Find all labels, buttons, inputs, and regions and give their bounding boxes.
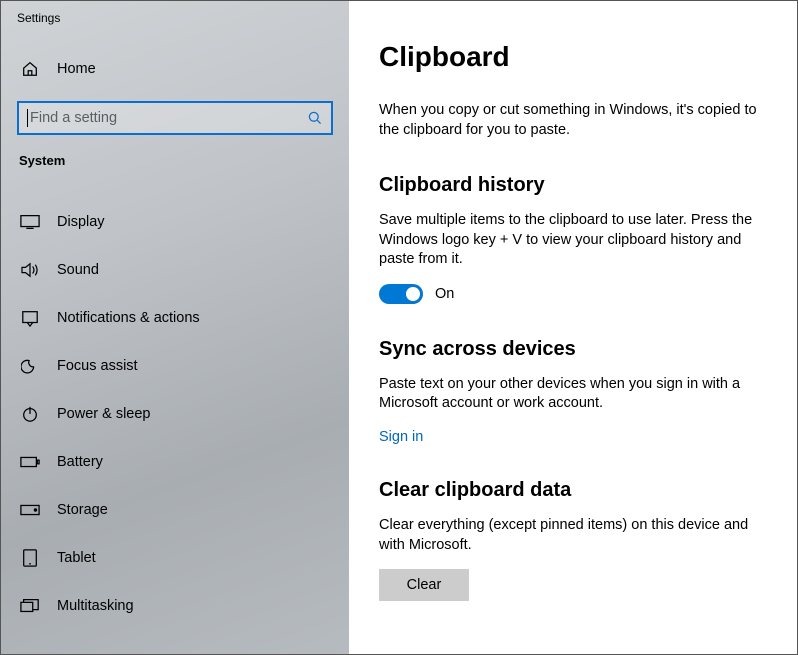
search-icon: [307, 110, 323, 126]
sidebar-item-label: Sound: [41, 262, 99, 278]
sidebar-item-label: Display: [41, 214, 105, 230]
sound-icon: [19, 262, 41, 278]
power-icon: [19, 405, 41, 423]
sidebar-item-storage[interactable]: Storage: [1, 486, 349, 534]
sidebar-item-tablet[interactable]: Tablet: [1, 534, 349, 582]
multitasking-icon: [19, 598, 41, 614]
sidebar-item-notifications[interactable]: Notifications & actions: [1, 294, 349, 342]
clear-heading: Clear clipboard data: [379, 479, 773, 502]
sync-desc: Paste text on your other devices when yo…: [379, 375, 773, 414]
sidebar-item-label: Storage: [41, 502, 108, 518]
sidebar-item-display[interactable]: Display: [1, 198, 349, 246]
sidebar-item-label: Home: [41, 61, 96, 77]
sidebar-item-focus-assist[interactable]: Focus assist: [1, 342, 349, 390]
tablet-icon: [19, 549, 41, 567]
sidebar-item-power-sleep[interactable]: Power & sleep: [1, 390, 349, 438]
sidebar-item-label: Notifications & actions: [41, 310, 200, 326]
sign-in-link[interactable]: Sign in: [379, 429, 423, 445]
clipboard-history-desc: Save multiple items to the clipboard to …: [379, 211, 773, 270]
search-input[interactable]: [17, 101, 333, 135]
notifications-icon: [19, 309, 41, 327]
sidebar-item-home[interactable]: Home: [1, 45, 349, 93]
sidebar-item-battery[interactable]: Battery: [1, 438, 349, 486]
search-field[interactable]: [30, 110, 307, 126]
sidebar-item-multitasking[interactable]: Multitasking: [1, 582, 349, 630]
window-title: Settings: [1, 1, 349, 39]
battery-icon: [19, 455, 41, 469]
clipboard-history-toggle[interactable]: [379, 284, 423, 304]
home-icon: [19, 60, 41, 78]
focus-assist-icon: [19, 357, 41, 375]
sidebar-item-label: Power & sleep: [41, 406, 151, 422]
sidebar-item-sound[interactable]: Sound: [1, 246, 349, 294]
storage-icon: [19, 503, 41, 517]
sidebar: Settings Home System Display: [1, 1, 349, 654]
sidebar-item-label: Focus assist: [41, 358, 138, 374]
clipboard-history-toggle-state: On: [435, 286, 454, 302]
page-title: Clipboard: [379, 41, 773, 73]
main-content: Clipboard When you copy or cut something…: [349, 1, 797, 654]
sync-heading: Sync across devices: [379, 338, 773, 361]
clipboard-history-heading: Clipboard history: [379, 174, 773, 197]
clear-desc: Clear everything (except pinned items) o…: [379, 516, 773, 555]
display-icon: [19, 214, 41, 230]
page-intro: When you copy or cut something in Window…: [379, 101, 773, 140]
sidebar-category: System: [1, 153, 349, 168]
sidebar-item-label: Tablet: [41, 550, 96, 566]
sidebar-item-label: Battery: [41, 454, 103, 470]
clear-button[interactable]: Clear: [379, 569, 469, 601]
sidebar-item-label: Multitasking: [41, 598, 134, 614]
